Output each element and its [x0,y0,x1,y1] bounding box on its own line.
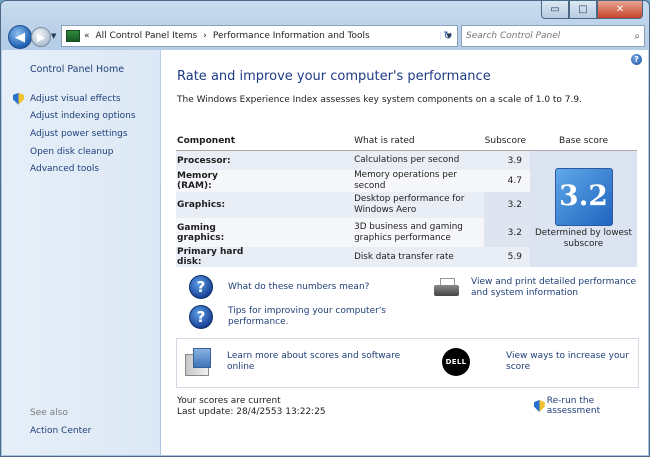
minimize-icon: ▭ [550,4,560,15]
increase-score-link[interactable]: DELL View ways to increase your score [442,348,632,376]
base-score-caption: Determined by lowest subscore [535,228,632,249]
task-links: Adjust visual effects Adjust indexing op… [13,90,136,178]
tip-label: View and print detailed performance and … [471,277,637,298]
base-score-value: 3.2 [559,179,608,212]
action-center-link[interactable]: Action Center [30,426,91,436]
subscore-value: 5.9 [507,252,522,262]
search-box[interactable]: ⌕ [461,25,645,47]
refresh-button[interactable]: ↻ [438,25,458,45]
page-description: The Windows Experience Index assesses ke… [177,95,582,105]
help-question-icon: ? [189,275,213,299]
tip-label: What do these numbers mean? [228,281,370,292]
column-header-component: Component [176,132,254,151]
rerun-assessment-link[interactable]: Re-run the assessment [534,396,648,416]
tip-label: Tips for improving your computer's perfo… [228,306,386,327]
see-also-heading: See also [30,408,68,418]
score-status: Your scores are current Last update: 28/… [177,396,326,418]
rated-description: 3D business and gaming graphics performa… [354,221,463,243]
tasks-pane: Control Panel Home Adjust visual effects… [2,50,160,455]
refresh-icon: ↻ [443,28,453,42]
adjust-visual-effects-link[interactable]: Adjust visual effects [13,90,136,108]
breadcrumb-separator-icon[interactable]: › [203,31,207,41]
task-link-label: Adjust power settings [30,128,128,139]
last-update-text: Last update: 28/4/2553 13:22:25 [177,407,326,417]
rated-description: Disk data transfer rate [354,251,454,262]
address-overflow-chevron[interactable]: « [84,31,90,41]
uac-shield-icon [13,92,24,105]
close-button[interactable]: ✕ [597,1,643,19]
breadcrumb-all-items[interactable]: All Control Panel Items [96,31,198,41]
subscore-value: 4.7 [507,176,522,186]
table-header-row: Component What is rated Subscore Base sc… [176,132,637,151]
rerun-label: Re-run the assessment [546,396,601,416]
control-panel-icon [66,30,80,42]
printer-icon [434,278,459,298]
table-row: Processor: Calculations per second 3.9 3… [176,150,637,267]
more-info-box: Learn more about scores and software onl… [176,338,639,388]
search-icon[interactable]: ⌕ [634,31,640,42]
component-name: Processor: [177,155,231,166]
open-disk-cleanup-link[interactable]: Open disk cleanup [13,143,136,161]
subscore-value: 3.9 [507,155,522,166]
forward-arrow-icon: ▶ [36,30,46,44]
tip-label: View ways to increase your score [506,351,629,372]
component-name: Gaming graphics: [177,222,225,243]
page-title: Rate and improve your computer's perform… [177,69,491,84]
control-panel-home-link[interactable]: Control Panel Home [30,64,124,75]
column-header-base-score: Base score [530,132,637,151]
help-icon[interactable]: ? [631,54,642,65]
search-input[interactable] [462,30,618,42]
control-panel-window: ▭ □ ✕ ◀ ▶ ▼ « All Control Panel Items › … [0,0,650,457]
task-link-label: Adjust indexing options [30,111,136,122]
maximize-icon: □ [578,4,588,15]
navigation-bar: ◀ ▶ ▼ « All Control Panel Items › Perfor… [1,24,649,49]
improving-performance-link[interactable]: ? Tips for improving your computer's per… [189,305,399,329]
adjust-power-settings-link[interactable]: Adjust power settings [13,125,136,143]
advanced-tools-link[interactable]: Advanced tools [13,160,136,178]
component-name: Primary hard disk: [177,247,244,267]
minimize-button[interactable]: ▭ [541,1,569,19]
content-pane: ? Rate and improve your computer's perfo… [161,50,648,455]
rated-description: Memory operations per second [354,170,457,191]
help-question-icon: ? [189,305,213,329]
recent-pages-dropdown[interactable]: ▼ [51,32,56,40]
forward-button[interactable]: ▶ [31,27,51,47]
task-link-label: Open disk cleanup [30,146,114,157]
learn-more-online-link[interactable]: Learn more about scores and software onl… [185,348,405,376]
dell-logo-icon: DELL [442,348,470,376]
subscore-value: 3.2 [483,218,530,247]
rated-description: Calculations per second [354,155,460,165]
task-link-label: Adjust visual effects [30,93,121,104]
subscore-value: 3.2 [483,192,530,218]
scores-current-text: Your scores are current [177,396,281,406]
component-name: Memory (RAM): [177,171,218,191]
tip-label: Learn more about scores and software onl… [227,351,401,372]
component-name: Graphics: [177,200,226,210]
column-header-subscore: Subscore [483,132,530,151]
close-icon: ✕ [615,4,625,15]
back-arrow-icon: ◀ [15,29,25,45]
caption-buttons: ▭ □ ✕ [541,1,643,19]
back-button[interactable]: ◀ [8,25,32,49]
adjust-indexing-options-link[interactable]: Adjust indexing options [13,108,136,126]
address-bar[interactable]: « All Control Panel Items › Performance … [61,25,458,47]
uac-shield-icon [534,400,545,412]
software-books-icon [185,348,213,376]
base-score-cell: 3.2 Determined by lowest subscore [530,150,637,267]
maximize-button[interactable]: □ [569,1,597,19]
base-score-badge[interactable]: 3.2 [554,168,613,226]
experience-index-table: Component What is rated Subscore Base sc… [176,132,637,267]
column-header-what-is-rated: What is rated [253,132,484,151]
view-print-details-link[interactable]: View and print detailed performance and … [434,277,644,299]
breadcrumb-performance[interactable]: Performance Information and Tools [213,31,370,41]
rated-description: Desktop performance for Windows Aero [354,194,465,215]
what-numbers-mean-link[interactable]: ? What do these numbers mean? [189,275,369,299]
task-link-label: Advanced tools [30,164,100,175]
